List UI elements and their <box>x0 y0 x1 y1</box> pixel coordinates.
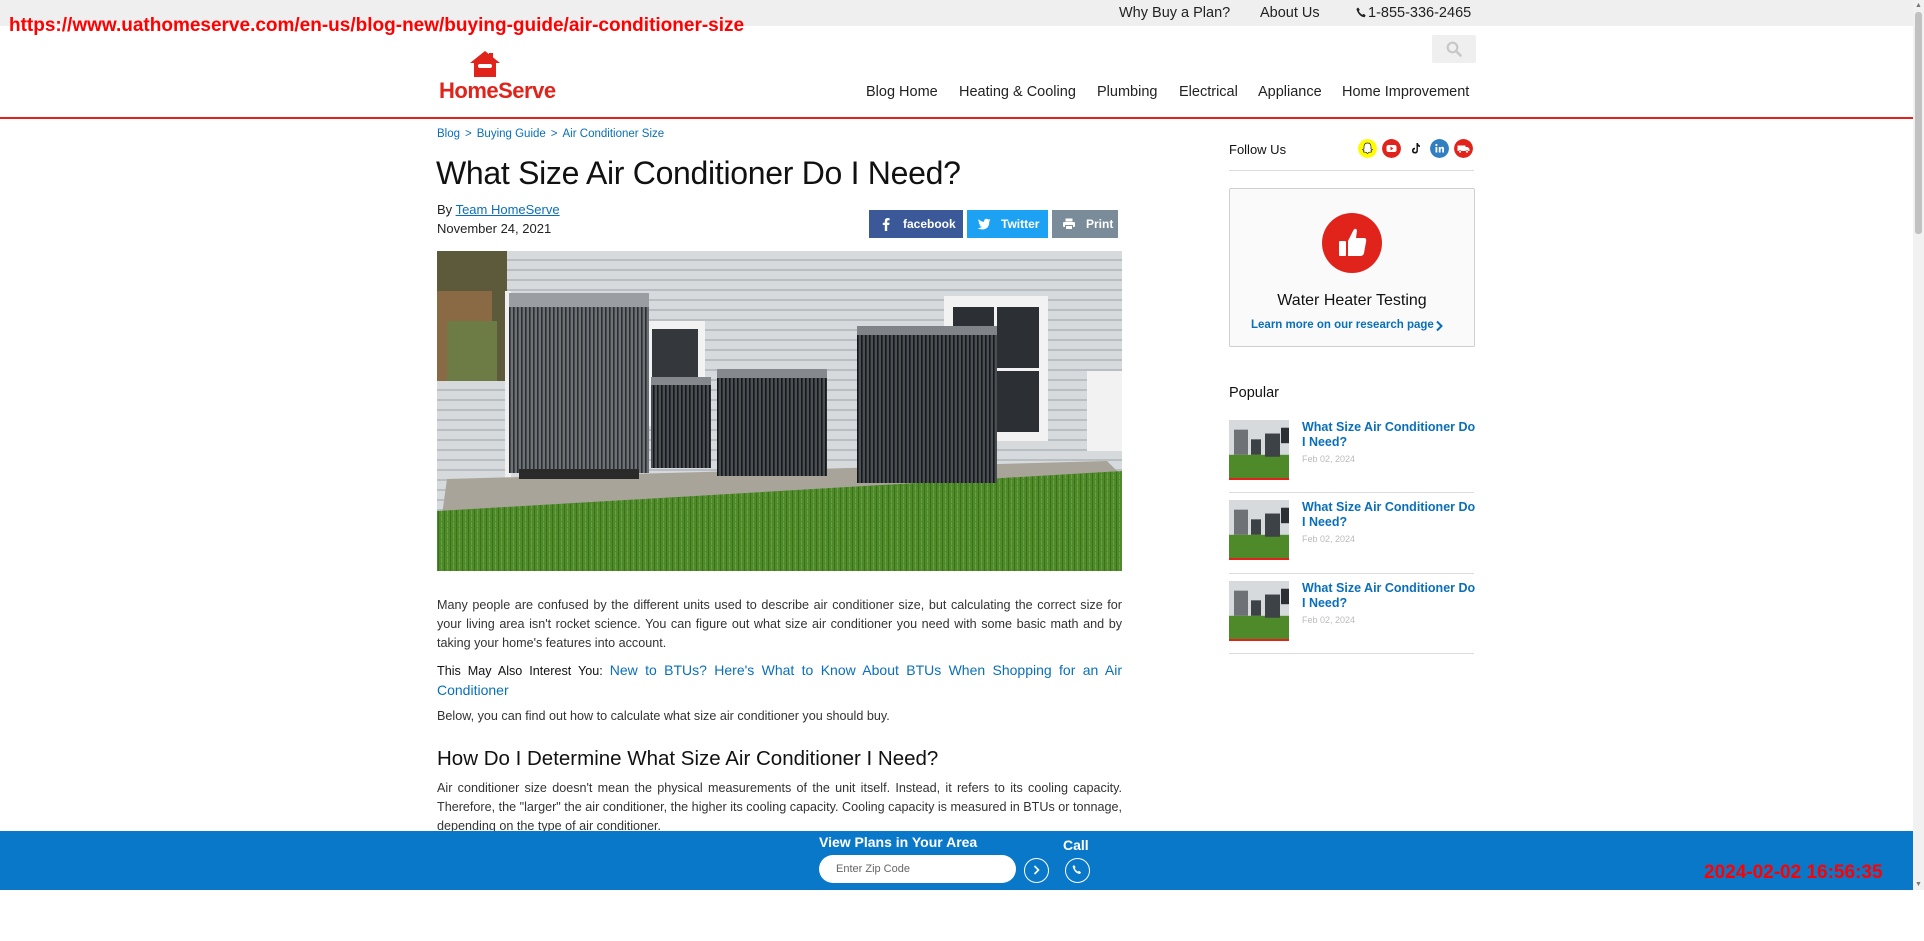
phone-icon <box>1356 7 1366 18</box>
phone-number: 1-855-336-2465 <box>1368 5 1472 21</box>
popular-thumbnail <box>1229 500 1289 560</box>
breadcrumb-blog[interactable]: Blog <box>437 128 460 140</box>
card-title: Water Heater Testing <box>1277 292 1427 309</box>
author-link[interactable]: Team HomeServe <box>456 202 560 217</box>
research-link[interactable]: Learn more on our research page <box>1251 319 1434 331</box>
divider <box>1229 573 1474 574</box>
tiktok-icon[interactable] <box>1406 139 1425 158</box>
section-heading: How Do I Determine What Size Air Conditi… <box>437 747 939 770</box>
youtube-icon[interactable] <box>1382 139 1401 158</box>
divider <box>1229 170 1474 171</box>
twitter-icon <box>977 218 991 230</box>
follow-us-label: Follow Us <box>1229 142 1287 157</box>
breadcrumb-separator: > <box>465 128 472 140</box>
popular-date: Feb 02, 2024 <box>1302 615 1356 625</box>
popular-date: Feb 02, 2024 <box>1302 534 1356 544</box>
below-paragraph: Below, you can find out how to calculate… <box>437 709 890 723</box>
nav-plumbing[interactable]: Plumbing <box>1097 84 1157 100</box>
print-button[interactable]: Print <box>1052 210 1118 238</box>
linkedin-icon[interactable] <box>1430 139 1449 158</box>
breadcrumb-current[interactable]: Air Conditioner Size <box>563 128 665 140</box>
popular-item[interactable]: What Size Air Conditioner Do I Need? Feb… <box>1229 581 1475 643</box>
homeserve-logo[interactable]: HomeServe <box>437 50 577 103</box>
nav-heating-cooling[interactable]: Heating & Cooling <box>959 84 1076 100</box>
page: Why Buy a Plan? About Us 1-855-336-2465 … <box>0 0 1913 890</box>
nav-electrical[interactable]: Electrical <box>1179 84 1238 100</box>
house-logo-icon <box>470 51 500 77</box>
popular-title[interactable]: What Size Air Conditioner Do I Need? <box>1302 500 1477 530</box>
print-icon <box>1063 218 1075 230</box>
popular-thumbnail <box>1229 420 1289 480</box>
print-label: Print <box>1086 217 1114 231</box>
popular-thumbnail <box>1229 581 1289 641</box>
zip-code-input[interactable] <box>819 855 1016 883</box>
popular-title[interactable]: What Size Air Conditioner Do I Need? <box>1302 420 1477 450</box>
thumbs-up-badge <box>1322 213 1382 273</box>
call-label: Call <box>1063 837 1089 853</box>
chevron-right-icon <box>1033 865 1040 875</box>
twitter-share-button[interactable]: Twitter <box>967 210 1048 238</box>
sticky-plans-bar: View Plans in Your Area Call <box>0 831 1913 890</box>
related-article-callout: This May Also Interest You: New to BTUs?… <box>437 661 1122 701</box>
facebook-icon <box>882 218 890 231</box>
related-lead: This May Also Interest You: <box>437 664 603 678</box>
intro-paragraph: Many people are confused by the differen… <box>437 598 1122 650</box>
breadcrumb: Blog > Buying Guide > Air Conditioner Size <box>437 128 669 140</box>
popular-title[interactable]: What Size Air Conditioner Do I Need? <box>1302 581 1477 611</box>
timestamp-overlay: 2024-02-02 16:56:35 <box>1704 862 1883 883</box>
snapchat-icon[interactable] <box>1358 139 1377 158</box>
divider <box>1229 492 1474 493</box>
blank-area <box>0 890 1924 941</box>
nav-home-improvement[interactable]: Home Improvement <box>1342 84 1469 100</box>
chevron-right-icon <box>1436 320 1443 332</box>
popular-date: Feb 02, 2024 <box>1302 454 1356 464</box>
research-card[interactable]: Water Heater Testing Learn more on our r… <box>1229 188 1475 347</box>
breadcrumb-buying-guide[interactable]: Buying Guide <box>477 128 546 140</box>
phone-link[interactable]: 1-855-336-2465 <box>1356 5 1471 21</box>
about-us-link[interactable]: About Us <box>1260 5 1320 21</box>
nav-appliance[interactable]: Appliance <box>1258 84 1322 100</box>
byline: By Team HomeServe <box>437 202 560 217</box>
url-overlay: https://www.uathomeserve.com/en-us/blog-… <box>9 15 745 36</box>
search-icon <box>1446 41 1462 57</box>
popular-item[interactable]: What Size Air Conditioner Do I Need? Feb… <box>1229 420 1475 482</box>
site-header: HomeServe Blog Home Heating & Cooling Pl… <box>0 26 1913 119</box>
publish-date: November 24, 2021 <box>437 221 552 236</box>
facebook-share-button[interactable]: facebook <box>869 210 963 238</box>
popular-item[interactable]: What Size Air Conditioner Do I Need? Feb… <box>1229 500 1475 562</box>
hero-image-ac-units <box>437 251 1122 571</box>
zip-submit-button[interactable] <box>1024 858 1049 883</box>
nav-blog-home[interactable]: Blog Home <box>866 84 938 100</box>
browser-viewport: Why Buy a Plan? About Us 1-855-336-2465 … <box>0 0 1924 941</box>
twitter-label: Twitter <box>1001 217 1040 231</box>
popular-heading: Popular <box>1229 385 1279 401</box>
scroll-down-arrow-icon[interactable]: ▼ <box>1913 879 1924 890</box>
logo-wordmark: HomeServe <box>439 78 556 103</box>
divider <box>1229 653 1474 654</box>
why-buy-link[interactable]: Why Buy a Plan? <box>1119 5 1230 21</box>
scrollbar-thumb[interactable] <box>1915 12 1922 234</box>
scroll-up-arrow-icon[interactable]: ▲ <box>1913 0 1924 11</box>
facebook-label: facebook <box>903 217 956 231</box>
search-button[interactable] <box>1432 35 1476 63</box>
call-button[interactable] <box>1065 858 1090 883</box>
article-title: What Size Air Conditioner Do I Need? <box>436 155 961 191</box>
vertical-scrollbar[interactable]: ▲ ▼ <box>1913 0 1924 890</box>
truck-icon[interactable] <box>1454 139 1473 158</box>
thumbs-up-icon <box>1339 228 1367 256</box>
view-plans-label: View Plans in Your Area <box>819 834 978 850</box>
phone-icon <box>1072 865 1081 874</box>
breadcrumb-separator: > <box>550 128 558 140</box>
body-paragraph: Air conditioner size doesn't mean the ph… <box>437 781 1122 833</box>
byline-prefix: By <box>437 202 453 217</box>
